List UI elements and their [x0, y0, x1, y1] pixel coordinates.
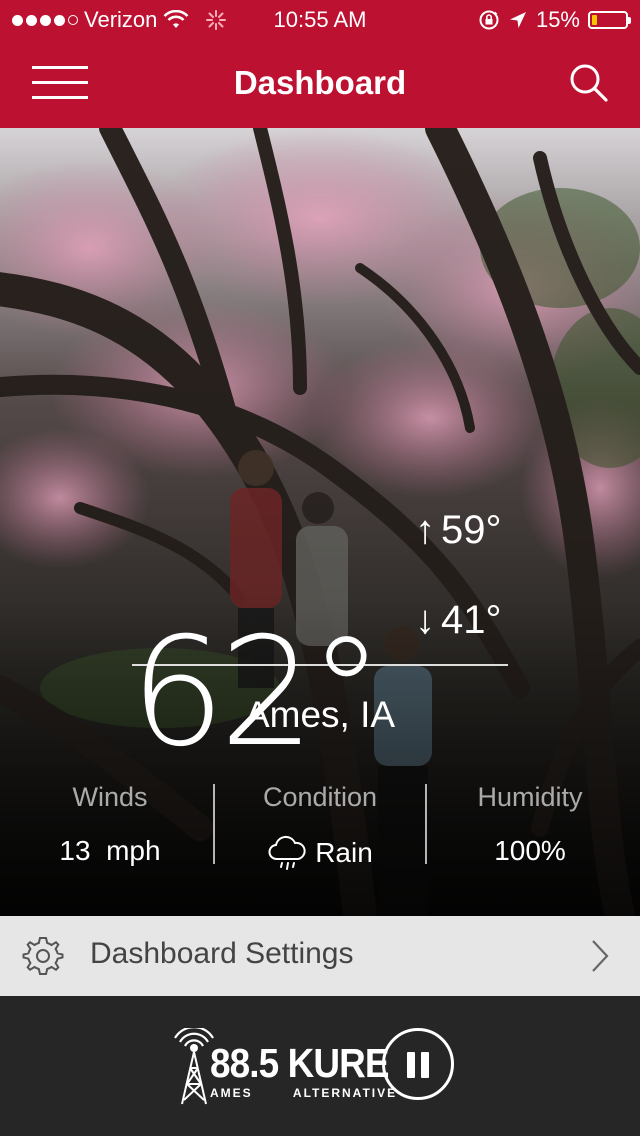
battery-icon: [588, 11, 631, 29]
stat-condition: Condition Rain: [214, 780, 426, 871]
tagline-left: AMES: [210, 1086, 253, 1100]
pause-icon: [407, 1052, 415, 1078]
nav-bar: Dashboard: [0, 40, 640, 128]
stat-label: Condition: [262, 782, 378, 812]
search-icon[interactable]: [568, 62, 610, 104]
chevron-right-icon: [592, 940, 609, 972]
battery-fill: [592, 15, 597, 25]
stat-winds: Winds 13 mph: [4, 780, 216, 867]
high-temperature: ↑ 59°: [415, 508, 502, 553]
low-temperature: ↓ 41°: [415, 598, 502, 643]
weather-hero: 62° ↑ 59° ↓ 41° Ames, IA Winds 13 mph Co…: [0, 128, 640, 916]
stat-label: Winds: [72, 782, 148, 812]
humidity-value: 100%: [494, 835, 566, 866]
tagline-right: ALTERNATIVE: [292, 1086, 398, 1100]
rotation-lock-icon: [479, 10, 499, 30]
gear-icon: [22, 937, 64, 975]
stat-value: 13 mph: [4, 835, 216, 867]
high-temperature-value: 59°: [441, 508, 502, 552]
station-name: 88.5 KURE: [210, 1040, 389, 1086]
station-tagline: AMES ALTERNATIVE: [210, 1086, 397, 1100]
page-title: Dashboard: [233, 64, 407, 101]
dashboard-settings-row[interactable]: Dashboard Settings: [0, 916, 640, 996]
status-right-group: 15%: [478, 7, 631, 33]
status-bar: Verizon 10:55 AM 15%: [0, 0, 640, 40]
arrow-down-icon: ↓: [415, 598, 435, 642]
settings-label: Dashboard Settings: [90, 937, 354, 970]
divider: [132, 664, 508, 666]
arrow-up-icon: ↑: [415, 508, 435, 552]
stat-value: 100%: [424, 835, 636, 867]
low-temperature-value: 41°: [441, 598, 502, 642]
city-name: Ames, IA: [244, 694, 396, 735]
weather-stats: Winds 13 mph Condition Rain Humidity 100…: [0, 780, 640, 870]
location-arrow-icon: [509, 12, 526, 28]
stat-label: Humidity: [477, 782, 583, 812]
pause-button[interactable]: [382, 1028, 454, 1100]
current-temperature: 62°: [130, 606, 384, 780]
rain-cloud-icon: [268, 835, 306, 870]
pause-icon: [421, 1052, 429, 1078]
battery-percent: 15%: [535, 7, 580, 32]
stat-value: Rain: [214, 835, 426, 871]
condition-value: Rain: [315, 837, 373, 868]
stat-humidity: Humidity 100%: [424, 780, 636, 867]
radio-player: 88.5 KURE AMES ALTERNATIVE: [0, 996, 640, 1136]
winds-value: 13 mph: [59, 835, 161, 866]
